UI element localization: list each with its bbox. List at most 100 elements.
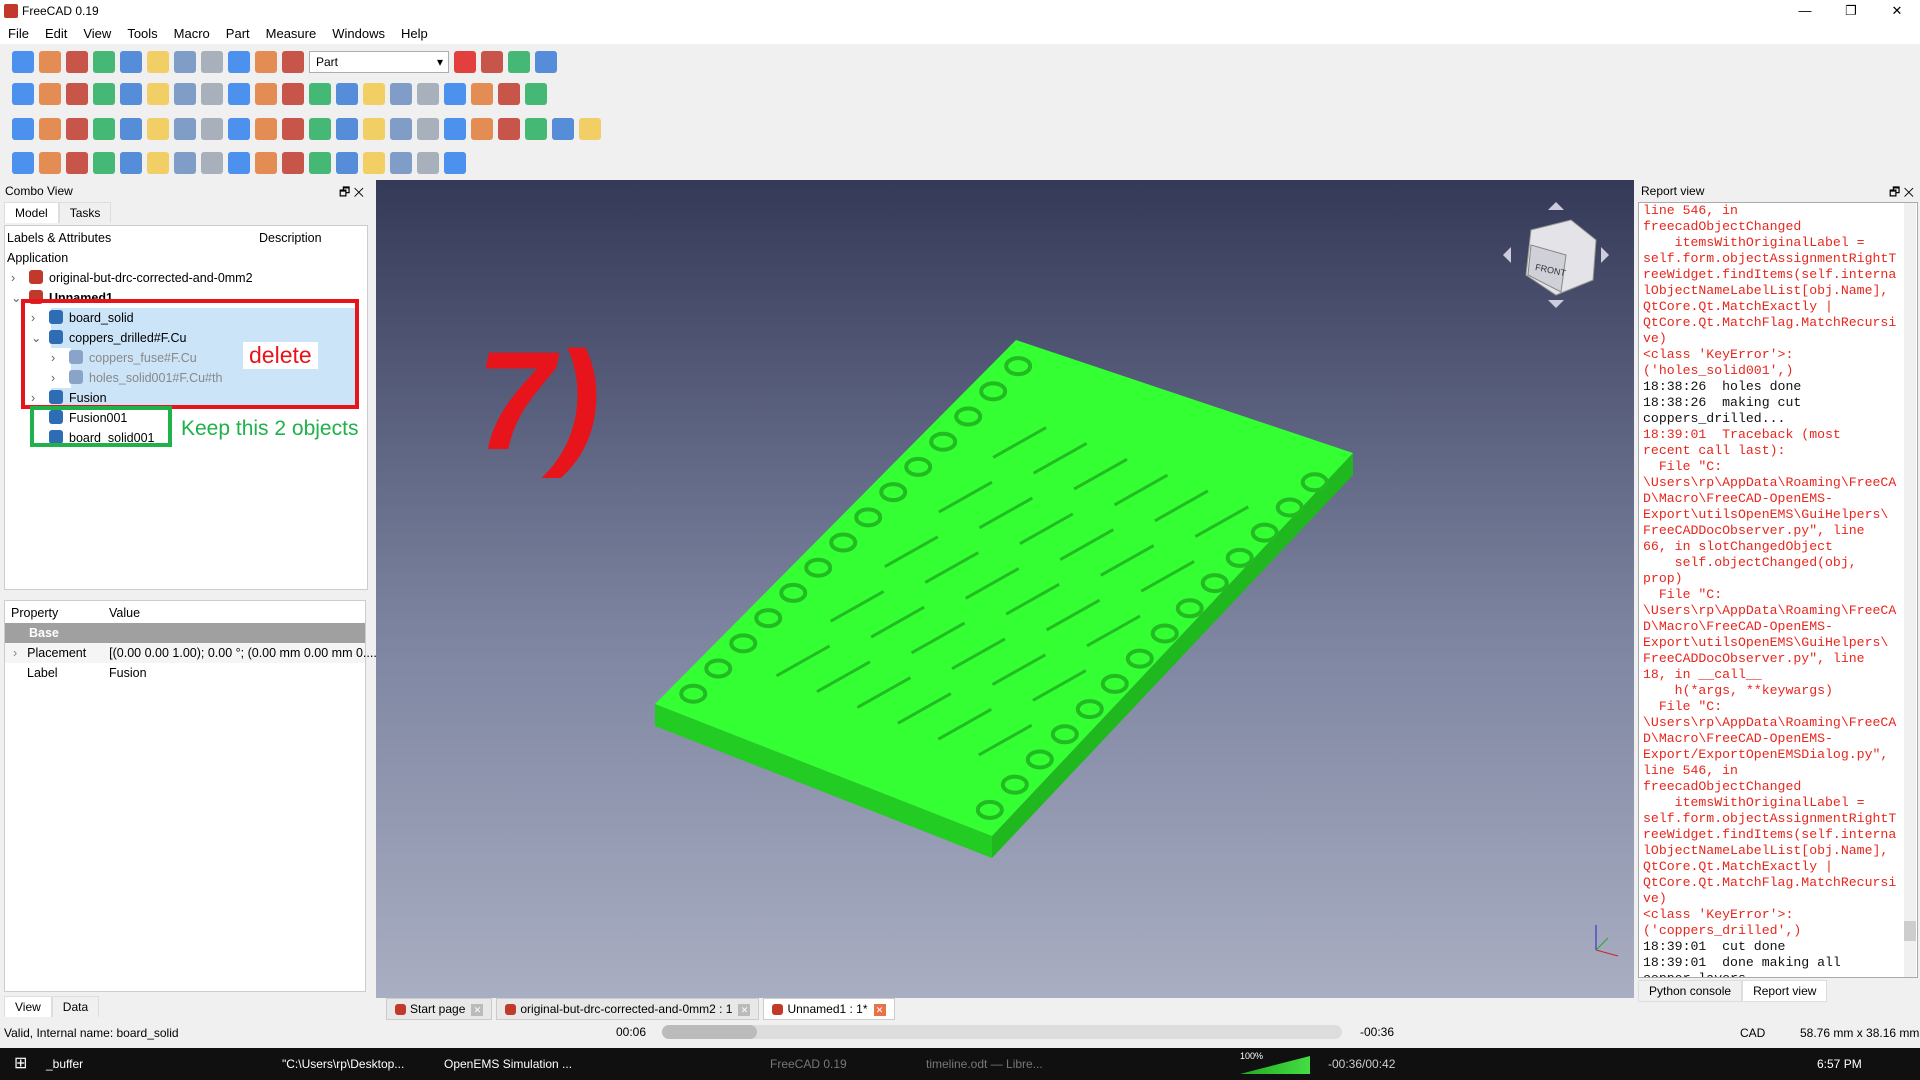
cut-boolean-icon[interactable] [66,152,88,174]
macro-edit-icon[interactable] [508,51,530,73]
sketch-icon[interactable] [12,118,34,140]
tab-python-console[interactable]: Python console [1638,980,1743,1002]
cross-sections-icon[interactable] [471,118,493,140]
zoom-icon[interactable] [201,83,223,105]
sync-view-icon[interactable] [174,83,196,105]
navigation-style[interactable]: CAD [1740,1026,1765,1040]
attachment-icon[interactable] [579,118,601,140]
front-view-icon[interactable] [255,83,277,105]
sketch-view-icon[interactable] [120,118,142,140]
cylinder-icon[interactable] [282,152,304,174]
loft-icon[interactable] [390,118,412,140]
tab-model[interactable]: Model [4,202,59,223]
ruled-surface-icon[interactable] [363,118,385,140]
box-icon[interactable] [255,152,277,174]
property-row-placement[interactable]: › Placement [(0.00 0.00 1.00); 0.00 °; (0.… [5,643,377,663]
minimize-button[interactable]: — [1782,0,1828,22]
split-icon[interactable] [174,152,196,174]
create-primitives-icon[interactable] [444,152,466,174]
left-view-icon[interactable] [390,83,412,105]
navigation-cube[interactable]: FRONT [1501,200,1611,310]
property-row-label[interactable]: Label Fusion [5,663,365,683]
isometric-icon[interactable] [228,83,250,105]
new-file-icon[interactable] [12,51,34,73]
sweep-icon[interactable] [417,118,439,140]
print-icon[interactable] [93,51,115,73]
check-geometry-icon[interactable] [201,152,223,174]
paste-icon[interactable] [174,51,196,73]
3d-viewport[interactable]: 7) FRONT [376,180,1634,998]
primitives-icon[interactable] [12,152,34,174]
windows-start-icon[interactable]: ⊞ [14,1048,27,1080]
save-icon[interactable] [66,51,88,73]
bounding-box-icon[interactable] [93,83,115,105]
rear-view-icon[interactable] [336,83,358,105]
tab-report-view[interactable]: Report view [1742,980,1828,1002]
measure-icon[interactable] [417,83,439,105]
sphere-icon[interactable] [309,152,331,174]
property-group-base[interactable]: Base [5,623,365,643]
fillet-icon[interactable] [282,118,304,140]
document-tab[interactable]: original-but-drc-corrected-and-0mm2 : 1 ✕ [496,998,760,1020]
tree-item[interactable]: › original-but-drc-corrected-and-0mm2 [11,268,359,288]
float-close-icons[interactable]: 🗗 ✕ [1889,183,1914,204]
menu-measure[interactable]: Measure [266,26,317,41]
defeaturing-icon[interactable] [228,152,250,174]
tube-icon[interactable] [390,152,412,174]
link-actions-icon[interactable] [525,83,547,105]
taskbar-item[interactable]: OpenEMS Simulation ... [444,1048,572,1080]
menu-part[interactable]: Part [226,26,250,41]
boolean-icon[interactable] [39,152,61,174]
fuse-icon[interactable] [93,152,115,174]
report-log[interactable]: line 546, in freecadObjectChanged itemsW… [1638,202,1918,978]
macro-stop-icon[interactable] [481,51,503,73]
sketch-validate-icon[interactable] [174,118,196,140]
link-icon[interactable] [498,83,520,105]
menu-view[interactable]: View [83,26,111,41]
close-tab-icon[interactable]: ✕ [873,1004,886,1016]
thickness-icon[interactable] [525,118,547,140]
bottom-view-icon[interactable] [363,83,385,105]
macro-record-icon[interactable] [454,51,476,73]
undo-icon[interactable] [201,51,223,73]
cut-icon[interactable] [120,51,142,73]
close-tab-icon[interactable]: ✕ [738,1004,751,1016]
right-view-icon[interactable] [309,83,331,105]
document-tab[interactable]: Start page ✕ [386,998,493,1020]
join-icon[interactable] [147,152,169,174]
redo-icon[interactable] [228,51,250,73]
macro-run-icon[interactable] [535,51,557,73]
sketch-edit-icon[interactable] [39,118,61,140]
expand-toggle[interactable]: › [11,268,29,288]
float-close-icons[interactable]: 🗗 ✕ [339,183,364,204]
pcb-model[interactable] [376,180,1634,998]
extrude-icon[interactable] [201,118,223,140]
revolve-icon[interactable] [228,118,250,140]
whats-this-icon[interactable] [282,51,304,73]
copy-icon[interactable] [147,51,169,73]
top-view-icon[interactable] [282,83,304,105]
menu-tools[interactable]: Tools [127,26,157,41]
sketch-leave-icon[interactable] [93,118,115,140]
projection-icon[interactable] [552,118,574,140]
menu-windows[interactable]: Windows [332,26,385,41]
mirror-icon[interactable] [255,118,277,140]
section-icon[interactable] [444,118,466,140]
tab-view[interactable]: View [4,996,52,1017]
menu-edit[interactable]: Edit [45,26,67,41]
close-tab-icon[interactable]: ✕ [471,1004,484,1016]
draw-style-icon[interactable] [66,83,88,105]
cone-icon[interactable] [336,152,358,174]
tab-tasks[interactable]: Tasks [58,202,112,223]
taskbar-item[interactable]: _buffer [46,1048,83,1080]
fit-selection-icon[interactable] [39,83,61,105]
document-tab[interactable]: Unnamed1 : 1* ✕ [763,998,895,1020]
tab-data[interactable]: Data [51,996,100,1017]
video-progress-bar[interactable] [662,1025,1342,1039]
open-icon[interactable] [39,51,61,73]
shape-builder-icon[interactable] [417,152,439,174]
group-icon[interactable] [471,83,493,105]
report-scrollbar[interactable] [1904,203,1916,977]
taskbar-item[interactable]: "C:\Users\rp\Desktop... [282,1048,404,1080]
taskbar-item[interactable]: FreeCAD 0.19 [770,1048,847,1080]
